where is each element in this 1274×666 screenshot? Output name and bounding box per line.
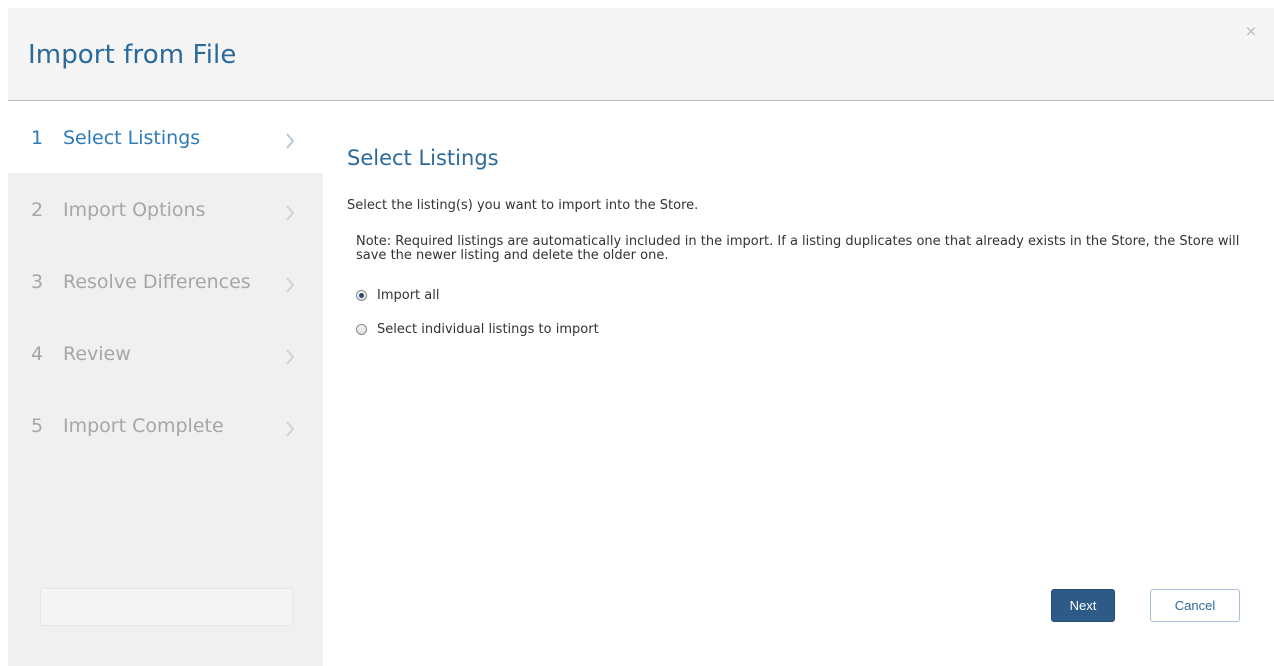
chevron-right-icon [286,349,295,365]
chevron-right-icon [286,205,295,221]
step-number: 3 [31,271,44,293]
radio-select-individual[interactable]: Select individual listings to import [356,320,599,338]
step-label: Import Complete [63,415,224,437]
step-review[interactable]: 4 Review [8,317,323,389]
step-label: Resolve Differences [63,271,251,293]
next-button[interactable]: Next [1051,589,1115,622]
sidebar-footer-box [40,588,293,626]
radio-unselected-icon[interactable] [356,323,367,335]
note-text: Note: Required listings are automaticall… [356,234,1240,263]
close-icon[interactable]: × [1242,22,1260,40]
chevron-right-icon [286,277,295,293]
step-resolve-differences[interactable]: 3 Resolve Differences [8,245,323,317]
step-select-listings[interactable]: 1 Select Listings [8,101,323,173]
dialog-header: Import from File × [8,8,1274,101]
import-dialog: Import from File × 1 Select Listings 2 I… [0,0,1274,666]
step-number: 2 [31,199,44,221]
dialog-title: Import from File [28,40,237,70]
step-number: 1 [31,127,44,149]
page-title: Select Listings [347,146,499,170]
step-number: 4 [31,343,44,365]
step-content: Select Listings Select the listing(s) yo… [323,101,1274,666]
chevron-right-icon [286,133,295,149]
radio-label: Import all [377,287,440,303]
step-label: Review [63,343,131,365]
step-label: Import Options [63,199,206,221]
step-import-complete[interactable]: 5 Import Complete [8,389,323,461]
cancel-button[interactable]: Cancel [1150,589,1240,622]
intro-text: Select the listing(s) you want to import… [347,198,699,213]
radio-label: Select individual listings to import [377,321,599,337]
step-import-options[interactable]: 2 Import Options [8,173,323,245]
step-label: Select Listings [63,127,201,149]
step-number: 5 [31,415,44,437]
radio-selected-icon[interactable] [356,289,367,301]
radio-import-all[interactable]: Import all [356,286,439,304]
chevron-right-icon [286,421,295,437]
wizard-steps-sidebar: 1 Select Listings 2 Import Options 3 Res… [8,101,323,666]
